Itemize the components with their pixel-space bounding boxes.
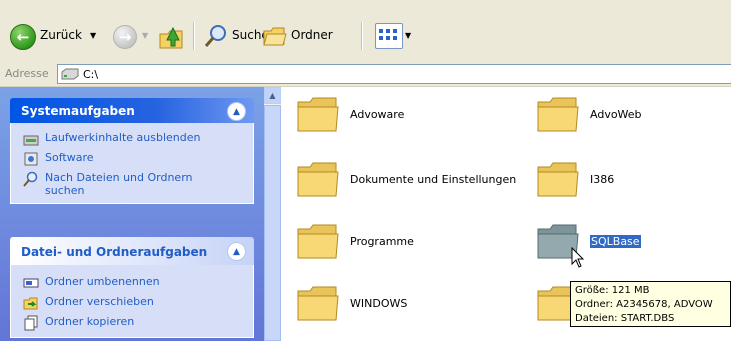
collapse-chevron-icon[interactable]: ▲ (227, 242, 246, 261)
tooltip-folders: Ordner: A2345678, ADVOW (575, 299, 713, 310)
views-button[interactable] (375, 23, 403, 49)
folder-name: AdvoWeb (590, 107, 642, 121)
address-value: C:\ (83, 67, 99, 81)
folders-button[interactable] (262, 24, 288, 48)
folder-icon (537, 97, 579, 132)
folders-icon (263, 27, 287, 46)
address-bar: Adresse C:\ (0, 62, 731, 87)
system-tasks-body: Laufwerkinhalte ausblenden Software Nach… (10, 123, 254, 204)
mouse-pointer-icon (571, 247, 585, 268)
file-tasks-body: Ordner umbenennen Ordner verschieben Ord… (10, 265, 254, 338)
forward-button[interactable]: → (113, 25, 137, 49)
task-label: Ordner umbenennen (45, 275, 160, 288)
folder-icon (297, 97, 339, 132)
rename-icon (23, 278, 39, 288)
folder-name: WINDOWS (350, 296, 408, 310)
hide-drive-icon (23, 135, 39, 146)
task-search-files[interactable]: Nach Dateien und Ordnern suchen (11, 169, 253, 199)
move-icon (23, 297, 38, 310)
folder-item[interactable]: Dokumente und Einstellungen (296, 159, 516, 199)
folder-item[interactable]: WINDOWS (296, 283, 407, 323)
task-software[interactable]: Software (11, 149, 253, 169)
task-label: Laufwerkinhalte ausblenden (45, 131, 201, 144)
tooltip-size: Größe: 121 MB (575, 285, 650, 296)
folders-label[interactable]: Ordner (291, 28, 333, 42)
folder-item[interactable]: Advoware (296, 94, 404, 134)
folder-item[interactable]: I386 (536, 159, 614, 199)
folder-name: Dokumente und Einstellungen (350, 172, 517, 186)
up-folder-button[interactable] (158, 22, 184, 50)
tooltip-files: Dateien: START.DBS (575, 313, 675, 324)
software-icon (24, 152, 38, 166)
folder-name: Programme (350, 234, 414, 248)
address-input[interactable]: C:\ (57, 64, 731, 84)
views-dropdown-icon[interactable]: ▼ (405, 31, 411, 40)
folder-icon (297, 286, 339, 321)
task-pane-scrollbar[interactable]: ▲ (264, 87, 281, 341)
task-label: Nach Dateien und Ordnern suchen (45, 171, 193, 197)
task-copy-folder[interactable]: Ordner kopieren (11, 313, 253, 333)
scroll-up-arrow-icon[interactable]: ▲ (264, 87, 281, 104)
folder-name: I386 (590, 172, 615, 186)
copy-icon (24, 315, 38, 331)
toolbar-separator (361, 22, 363, 50)
folder-info-tooltip: Größe: 121 MB Ordner: A2345678, ADVOW Da… (570, 281, 731, 327)
search-button[interactable] (203, 23, 229, 49)
forward-arrow-icon: → (118, 27, 132, 46)
file-tasks-title: Datei- und Ordneraufgaben (21, 245, 208, 259)
task-rename-folder[interactable]: Ordner umbenennen (11, 273, 253, 293)
task-label: Ordner kopieren (45, 315, 135, 328)
file-tasks-header[interactable]: Datei- und Ordneraufgaben ▲ (10, 237, 254, 265)
back-button[interactable]: ← (10, 24, 36, 50)
folder-name: Advoware (350, 107, 405, 121)
scroll-thumb[interactable] (264, 105, 281, 341)
system-tasks-header[interactable]: Systemaufgaben ▲ (10, 98, 254, 123)
task-move-folder[interactable]: Ordner verschieben (11, 293, 253, 313)
standard-toolbar: ← Zurück ▼ → ▼ Suchen Ordner ▼ (0, 0, 731, 63)
folder-item[interactable]: AdvoWeb (536, 94, 642, 134)
task-hide-drive-contents[interactable]: Laufwerkinhalte ausblenden (11, 129, 253, 149)
views-grid-icon (379, 29, 397, 40)
back-label[interactable]: Zurück (40, 28, 82, 42)
magnifier-icon (204, 25, 226, 47)
folder-icon (297, 224, 339, 259)
system-tasks-panel: Systemaufgaben ▲ Laufwerkinhalte ausblen… (10, 98, 254, 204)
folder-item[interactable]: Programme (296, 221, 414, 261)
system-tasks-title: Systemaufgaben (21, 104, 135, 118)
address-label: Adresse (5, 67, 49, 80)
task-label: Software (45, 151, 94, 164)
task-pane: Systemaufgaben ▲ Laufwerkinhalte ausblen… (0, 87, 264, 341)
file-tasks-panel: Datei- und Ordneraufgaben ▲ Ordner umben… (10, 237, 254, 338)
back-dropdown-icon[interactable]: ▼ (90, 31, 96, 40)
forward-dropdown-icon[interactable]: ▼ (142, 31, 148, 40)
search-files-icon (23, 171, 38, 187)
drive-icon (61, 68, 79, 80)
folder-up-icon (159, 26, 183, 49)
collapse-chevron-icon[interactable]: ▲ (227, 102, 246, 121)
folder-icon (297, 162, 339, 197)
folder-name: SQLBase (590, 234, 641, 248)
toolbar-separator (193, 22, 195, 50)
task-label: Ordner verschieben (45, 295, 154, 308)
folder-item-selected[interactable]: SQLBase (536, 221, 641, 261)
back-arrow-icon: ← (16, 27, 30, 46)
folder-icon (537, 162, 579, 197)
